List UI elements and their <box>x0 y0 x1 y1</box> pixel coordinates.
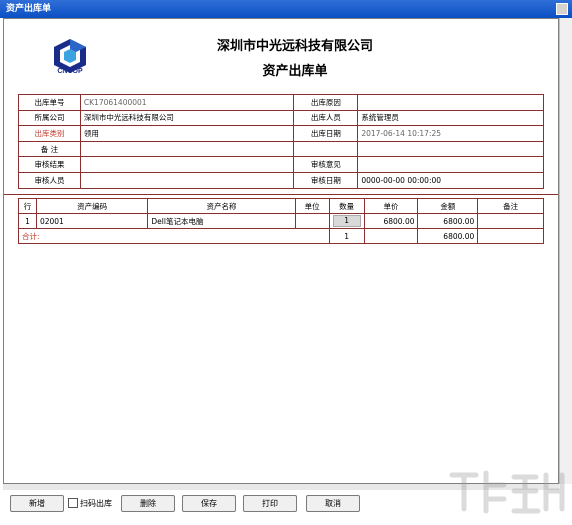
field-auditor[interactable] <box>79 171 295 189</box>
vertical-scrollbar[interactable] <box>559 18 572 484</box>
company-name: 深圳市中光远科技有限公司 <box>216 39 373 54</box>
field-remark[interactable] <box>79 140 295 158</box>
label-out-category: 出库类别 <box>18 125 81 142</box>
items-header-row: 行 资产编码 资产名称 单位 数量 单价 金额 备注 <box>18 198 544 214</box>
info-row: 出库单号 CK17061400001 出库原因 <box>18 94 544 111</box>
cell-row: 1 <box>18 213 37 229</box>
field-audit-date[interactable]: 0000-00-00 00:00:00 <box>357 171 544 189</box>
label-out-reason: 出库原因 <box>293 94 359 111</box>
delete-button[interactable]: 删除 <box>121 495 175 512</box>
total-amount: 6800.00 <box>417 228 479 244</box>
save-button[interactable]: 保存 <box>182 495 236 512</box>
total-row: 合计: 1 6800.00 <box>18 228 544 244</box>
total-qty: 1 <box>328 228 365 244</box>
label-audit-result: 审核结果 <box>18 156 81 173</box>
watermark-icon <box>449 470 565 514</box>
scan-out-label: 扫码出库 <box>80 499 112 508</box>
items-table: 行 资产编码 资产名称 单位 数量 单价 金额 备注 1 02001 Dell笔… <box>18 198 544 244</box>
label-audit-date: 审核日期 <box>293 171 359 189</box>
info-row: 出库类别 领用 出库日期 2017-06-14 10:17:25 <box>18 125 544 142</box>
col-header-note: 备注 <box>477 198 544 214</box>
field-out-category[interactable]: 领用 <box>79 125 295 142</box>
label-out-person: 出库人员 <box>293 109 359 127</box>
document-title: 资产出库单 <box>262 64 328 79</box>
label-out-number: 出库单号 <box>18 94 81 111</box>
col-header-amount: 金额 <box>417 198 479 214</box>
section-divider <box>4 194 558 195</box>
field-out-reason[interactable] <box>357 94 544 111</box>
window-title: 资产出库单 <box>6 4 52 14</box>
info-row: 备 注 <box>18 140 544 158</box>
label-company: 所属公司 <box>18 109 81 127</box>
col-header-qty: 数量 <box>328 198 365 214</box>
form-frame <box>3 18 559 484</box>
field-audit-result[interactable] <box>79 156 295 173</box>
cell-note[interactable] <box>477 213 544 229</box>
field-empty <box>357 140 544 158</box>
total-note-empty <box>477 228 544 244</box>
total-label: 合计: <box>18 228 330 244</box>
table-row[interactable]: 1 02001 Dell笔记本电脑 1 6800.00 6800.00 <box>18 213 544 229</box>
field-out-date[interactable]: 2017-06-14 10:17:25 <box>357 125 544 142</box>
col-header-code: 资产编码 <box>35 198 149 214</box>
col-header-name: 资产名称 <box>147 198 296 214</box>
cancel-button[interactable]: 取消 <box>306 495 360 512</box>
col-header-price: 单价 <box>363 198 419 214</box>
cell-qty[interactable]: 1 <box>328 213 365 229</box>
label-out-date: 出库日期 <box>293 125 359 142</box>
qty-value[interactable]: 1 <box>332 215 361 227</box>
cell-name[interactable]: Dell笔记本电脑 <box>147 213 296 229</box>
logo-text: CNCOP <box>57 68 83 75</box>
cell-price[interactable]: 6800.00 <box>363 213 419 229</box>
field-out-person[interactable]: 系统管理员 <box>357 109 544 127</box>
col-header-row: 行 <box>18 198 37 214</box>
field-out-number[interactable]: CK17061400001 <box>79 94 295 111</box>
cell-unit[interactable] <box>294 213 330 229</box>
col-header-unit: 单位 <box>294 198 330 214</box>
add-button[interactable]: 新增 <box>10 495 64 512</box>
scan-out-checkbox-wrap[interactable]: 扫码出库 <box>68 497 112 511</box>
window-close-button[interactable] <box>556 3 568 15</box>
print-button[interactable]: 打印 <box>243 495 297 512</box>
label-empty <box>293 140 359 158</box>
info-row: 审核结果 审核意见 <box>18 156 544 173</box>
field-company[interactable]: 深圳市中光远科技有限公司 <box>79 109 295 127</box>
info-row: 审核人员 审核日期 0000-00-00 00:00:00 <box>18 171 544 189</box>
scan-out-checkbox[interactable] <box>68 498 78 508</box>
cell-code[interactable]: 02001 <box>35 213 149 229</box>
label-auditor: 审核人员 <box>18 171 81 189</box>
info-row: 所属公司 深圳市中光远科技有限公司 出库人员 系统管理员 <box>18 109 544 127</box>
label-audit-opinion: 审核意见 <box>293 156 359 173</box>
total-price-empty <box>363 228 419 244</box>
info-table: 出库单号 CK17061400001 出库原因 所属公司 深圳市中光远科技有限公… <box>18 94 544 189</box>
window-titlebar: 资产出库单 <box>0 0 572 18</box>
cell-amount: 6800.00 <box>417 213 479 229</box>
field-audit-opinion[interactable] <box>357 156 544 173</box>
label-remark: 备 注 <box>18 140 81 158</box>
